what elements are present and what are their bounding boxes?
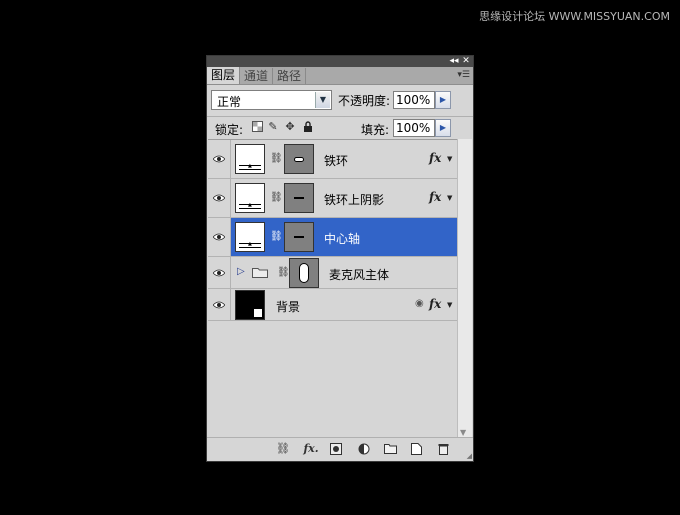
add-style-icon[interactable]: fx. (302, 443, 320, 455)
adjustment-layer-icon[interactable] (356, 443, 372, 455)
filter-icon[interactable]: ◉ (415, 298, 424, 309)
visibility-toggle[interactable] (208, 289, 231, 320)
layer-thumbnail: ▲ (235, 183, 265, 213)
tab-channels[interactable]: 通道 (240, 68, 274, 84)
eye-icon (213, 194, 225, 202)
layer-row[interactable]: 背景 ◉ fx ▼ (208, 289, 458, 321)
expand-triangle-icon[interactable]: ▷ (237, 266, 245, 277)
delete-layer-icon[interactable] (436, 443, 450, 455)
layer-group-row[interactable]: ▷ ⛓ 麦克风主体 (208, 257, 458, 289)
chevron-down-icon: ▼ (315, 92, 330, 108)
layer-name[interactable]: 麦克风主体 (329, 266, 389, 283)
panel-titlebar: ◂◂ ✕ (207, 56, 473, 67)
new-layer-icon[interactable] (409, 443, 423, 455)
layer-thumbnail (235, 290, 265, 320)
layers-panel: ◂◂ ✕ 图层 通道 路径 ▾☰ 正常 ▼ 不透明度: 100% ▶ 锁定: ✎… (206, 55, 474, 462)
link-icon[interactable]: ⛓ (270, 231, 283, 243)
opacity-label: 不透明度: (338, 94, 391, 108)
fill-slider-button[interactable]: ▶ (435, 119, 451, 137)
layer-name[interactable]: 铁环上阴影 (324, 191, 384, 208)
visibility-toggle[interactable] (208, 140, 231, 178)
eye-icon (213, 301, 225, 309)
visibility-toggle[interactable] (208, 179, 231, 217)
close-icon[interactable]: ✕ (461, 56, 471, 66)
expand-effects-icon[interactable]: ▼ (447, 194, 452, 202)
fill-input[interactable]: 100% (393, 119, 435, 137)
expand-effects-icon[interactable]: ▼ (447, 301, 452, 309)
visibility-toggle[interactable] (208, 257, 231, 288)
link-icon[interactable]: ⛓ (270, 192, 283, 204)
link-icon[interactable]: ⛓ (277, 267, 290, 279)
layer-name[interactable]: 铁环 (324, 152, 348, 169)
vector-mask-thumbnail (284, 222, 314, 252)
blend-mode-select[interactable]: 正常 ▼ (211, 90, 332, 110)
layer-row-selected[interactable]: ▲ ⛓ 中心轴 (208, 218, 458, 257)
vector-mask-thumbnail (284, 183, 314, 213)
opacity-input[interactable]: 100% (393, 91, 435, 109)
tab-layers[interactable]: 图层 (207, 67, 241, 84)
link-layers-icon[interactable]: ⛓ (275, 443, 291, 455)
layer-thumbnail: ▲ (235, 144, 265, 174)
blend-mode-value: 正常 (217, 95, 242, 109)
collapse-icon[interactable]: ◂◂ (449, 56, 459, 66)
lock-all-icon[interactable] (302, 121, 314, 133)
fx-icon[interactable]: fx (429, 297, 441, 311)
layer-name[interactable]: 背景 (276, 298, 300, 315)
scroll-down-icon[interactable]: ▼ (460, 428, 466, 437)
lock-label: 锁定: (215, 123, 244, 137)
link-icon[interactable]: ⛓ (270, 153, 283, 165)
new-group-icon[interactable] (383, 443, 397, 455)
eye-icon (213, 269, 225, 277)
layer-name[interactable]: 中心轴 (324, 230, 360, 247)
folder-icon (252, 266, 268, 281)
lock-pixels-icon[interactable]: ✎ (267, 121, 279, 133)
visibility-toggle[interactable] (208, 218, 231, 256)
eye-icon (213, 155, 225, 163)
tab-paths[interactable]: 路径 (273, 68, 307, 84)
opacity-slider-button[interactable]: ▶ (435, 91, 451, 109)
panel-tabs: 图层 通道 路径 ▾☰ (207, 67, 473, 85)
add-mask-icon[interactable] (329, 443, 343, 455)
lock-transparency-icon[interactable] (251, 121, 263, 133)
vector-mask-thumbnail (289, 258, 319, 288)
layer-row[interactable]: ▲ ⛓ 铁环上阴影 fx ▼ (208, 179, 458, 218)
layers-scrollbar[interactable]: ▼ (457, 139, 472, 438)
fill-label: 填充: (361, 123, 390, 137)
fx-icon[interactable]: fx (429, 190, 441, 204)
fx-icon[interactable]: fx (429, 151, 441, 165)
layers-footer-toolbar: ⛓ fx. ◢ (207, 437, 473, 461)
vector-mask-thumbnail (284, 144, 314, 174)
lock-position-icon[interactable]: ✥ (284, 121, 296, 133)
layer-thumbnail: ▲ (235, 222, 265, 252)
expand-effects-icon[interactable]: ▼ (447, 155, 452, 163)
layers-list: ▲ ⛓ 铁环 fx ▼ ▲ ⛓ 铁环上阴影 fx ▼ ▲ ⛓ 中心轴 ▷ ⛓ 麦… (208, 139, 458, 438)
panel-menu-icon[interactable]: ▾☰ (457, 69, 470, 81)
smart-object-icon (253, 308, 263, 318)
resize-grip-icon[interactable]: ◢ (467, 452, 472, 460)
watermark: 思缘设计论坛 WWW.MISSYUAN.COM (479, 10, 670, 23)
eye-icon (213, 233, 225, 241)
layer-row[interactable]: ▲ ⛓ 铁环 fx ▼ (208, 140, 458, 179)
